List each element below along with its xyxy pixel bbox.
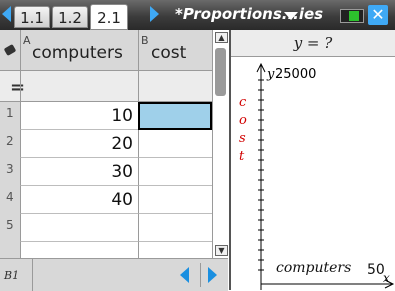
column-header-b[interactable]: B cost [138, 30, 212, 70]
tab-1-1[interactable]: 1.1 [14, 6, 50, 28]
column-name: cost [151, 43, 187, 63]
cell-a4[interactable]: 40 [20, 186, 138, 214]
column-letter: B [141, 34, 149, 47]
scroll-right-arrow-icon[interactable] [208, 267, 217, 283]
formula-cell-a[interactable] [20, 71, 138, 101]
current-cell-reference: B1 [4, 269, 20, 282]
document-menu-caret-icon[interactable] [284, 12, 298, 20]
column-name: computers [32, 43, 123, 63]
scroll-left-arrow-icon[interactable] [180, 267, 189, 283]
close-icon[interactable]: ✕ [368, 5, 388, 25]
svg-text:s: s [239, 131, 246, 146]
y-axis-title: c o s t [239, 95, 247, 164]
cell-a5[interactable] [20, 214, 138, 242]
cell-b1[interactable] [138, 102, 212, 130]
y-max-label: 25000 [275, 67, 316, 82]
next-page-arrow-icon[interactable] [150, 6, 159, 22]
graph-canvas[interactable]: y 25000 c o s t x [231, 56, 395, 290]
row-number[interactable]: 2 [0, 130, 20, 158]
cell-b2[interactable] [138, 130, 212, 158]
previous-page-arrow-icon[interactable] [2, 6, 11, 22]
top-tab-bar: 1.1 1.2 2.1 *Proportions...ies ✕ [0, 0, 395, 30]
column-header-a[interactable]: A computers [20, 30, 138, 70]
cell-a2[interactable]: 20 [20, 130, 138, 158]
cell-b5[interactable] [138, 214, 212, 242]
cell-b6[interactable] [138, 242, 212, 258]
x-max-label: 50 [367, 262, 385, 278]
svg-text:t: t [239, 149, 245, 164]
column-header-row: A computers B cost [0, 30, 212, 71]
row-number[interactable]: 1 [0, 102, 20, 130]
battery-icon [340, 9, 364, 23]
tag-icon[interactable] [3, 44, 17, 56]
vertical-scrollbar[interactable]: ▲ ▼ [212, 30, 229, 258]
scroll-thumb[interactable] [215, 48, 226, 96]
row-number-partial [0, 242, 20, 258]
function-entry-line[interactable]: y = ? [231, 30, 395, 57]
cell-a6[interactable] [20, 242, 138, 258]
cell-b4[interactable] [138, 186, 212, 214]
tab-1-2[interactable]: 1.2 [52, 6, 88, 28]
graph-panel[interactable]: y = ? y 25000 c o s t x computers 50 [229, 30, 395, 290]
y-axis-letter: y [266, 67, 275, 82]
formula-cell-b[interactable] [138, 71, 212, 101]
row-number[interactable]: 5 [0, 214, 20, 242]
cell-a1[interactable]: 10 [20, 102, 138, 130]
document-title[interactable]: *Proportions...ies [175, 5, 323, 23]
x-axis-title: computers [276, 260, 352, 276]
cell-b3[interactable] [138, 158, 212, 186]
cell-a3[interactable]: 30 [20, 158, 138, 186]
svg-text:c: c [239, 95, 247, 110]
column-letter: A [23, 34, 31, 47]
row-number[interactable]: 3 [0, 158, 20, 186]
formula-row: = [0, 71, 212, 102]
divider [200, 263, 201, 287]
scroll-up-icon[interactable]: ▲ [215, 32, 228, 43]
tab-2-1[interactable]: 2.1 [90, 4, 128, 30]
cell-status-bar: B1 [0, 258, 228, 291]
row-number[interactable]: 4 [0, 186, 20, 214]
scroll-down-icon[interactable]: ▼ [215, 245, 228, 256]
svg-text:o: o [239, 113, 247, 128]
divider [32, 259, 33, 291]
spreadsheet: A computers B cost = 1 10 2 20 3 30 4 40… [0, 30, 229, 291]
